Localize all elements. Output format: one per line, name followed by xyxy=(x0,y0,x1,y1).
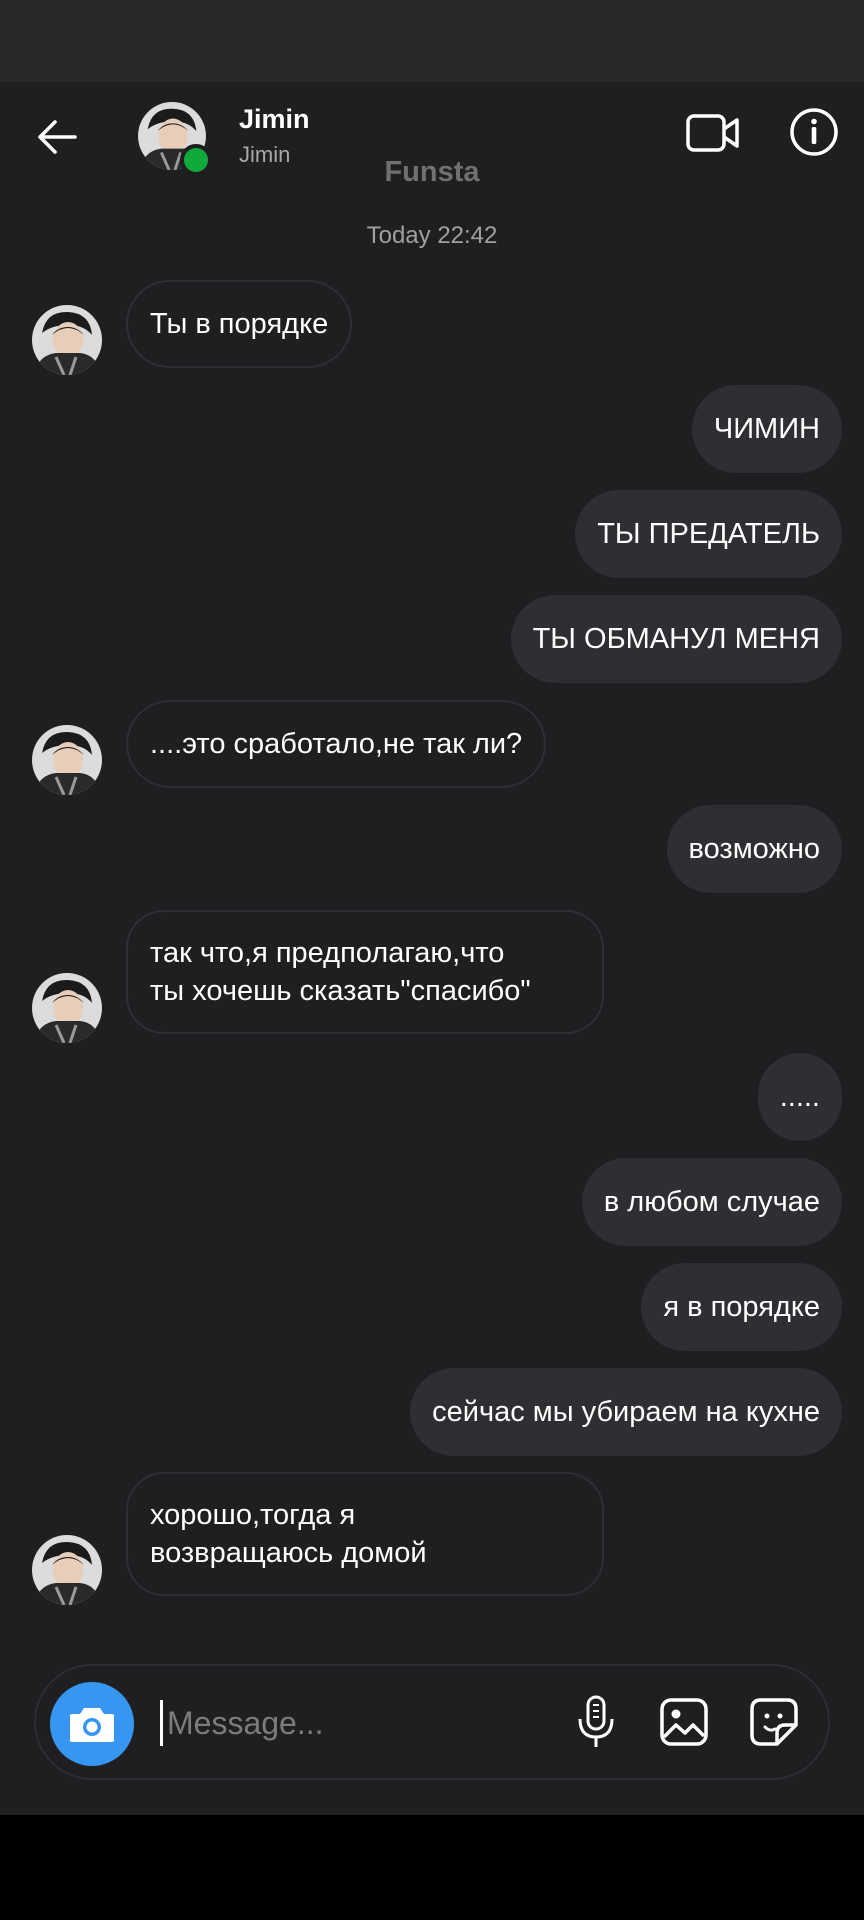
message-text: ..... xyxy=(779,1081,820,1113)
message-text-line: ты хочешь сказать"спасибо" xyxy=(150,975,531,1007)
sent-message[interactable]: ЧИМИН xyxy=(691,385,842,473)
message-text: я в порядке xyxy=(663,1291,820,1323)
watermark: Funsta xyxy=(384,156,480,188)
message-text-line: хорошо,тогда я xyxy=(150,1499,356,1531)
avatar[interactable] xyxy=(32,305,102,375)
message-text: Ты в порядке xyxy=(150,308,329,340)
camera-icon[interactable] xyxy=(50,1682,134,1766)
message-composer xyxy=(34,1664,830,1780)
microphone-icon[interactable] xyxy=(568,1694,624,1750)
message-text: в любом случае xyxy=(603,1186,820,1218)
info-icon[interactable] xyxy=(784,102,844,162)
sent-message[interactable]: ТЫ ПРЕДАТЕЛЬ xyxy=(575,490,842,578)
received-message[interactable]: Ты в порядке xyxy=(126,280,353,368)
contact-name[interactable]: Jimin xyxy=(239,104,310,135)
sent-message[interactable]: ТЫ ОБМАНУЛ МЕНЯ xyxy=(510,595,842,683)
sent-message[interactable]: в любом случае xyxy=(581,1158,842,1246)
message-text-line: так что,я предполагаю,что xyxy=(150,937,505,969)
message-text: сейчас мы убираем на кухне xyxy=(432,1396,820,1428)
message-text-line: возвращаюсь домой xyxy=(150,1537,427,1569)
message-timestamp: Today 22:42 xyxy=(366,222,498,249)
status-bar xyxy=(0,0,864,82)
sent-message[interactable]: возможно xyxy=(666,805,842,893)
video-camera-icon[interactable] xyxy=(684,104,742,162)
sticker-icon[interactable] xyxy=(746,1694,802,1750)
avatar[interactable] xyxy=(32,973,102,1043)
received-message[interactable]: так что,я предполагаю,что ты хочешь сказа… xyxy=(126,910,604,1034)
message-text: ТЫ ПРЕДАТЕЛЬ xyxy=(597,518,820,550)
sent-message[interactable]: ..... xyxy=(757,1053,842,1141)
sent-message[interactable]: я в порядке xyxy=(641,1263,842,1351)
message-input[interactable] xyxy=(160,1700,569,1746)
gallery-icon[interactable] xyxy=(656,1694,712,1750)
message-text: ....это сработало,не так ли? xyxy=(150,728,523,760)
received-message[interactable]: ....это сработало,не так ли? xyxy=(126,700,547,788)
message-text: ТЫ ОБМАНУЛ МЕНЯ xyxy=(532,623,820,655)
avatar[interactable] xyxy=(32,725,102,795)
received-message[interactable]: хорошо,тогда я возвращаюсь домой xyxy=(126,1472,604,1596)
avatar[interactable] xyxy=(32,1535,102,1605)
system-navigation-bar xyxy=(0,1815,864,1920)
sent-message[interactable]: сейчас мы убираем на кухне xyxy=(410,1368,842,1456)
message-text: ЧИМИН xyxy=(713,413,820,445)
message-text: возможно xyxy=(688,833,820,865)
